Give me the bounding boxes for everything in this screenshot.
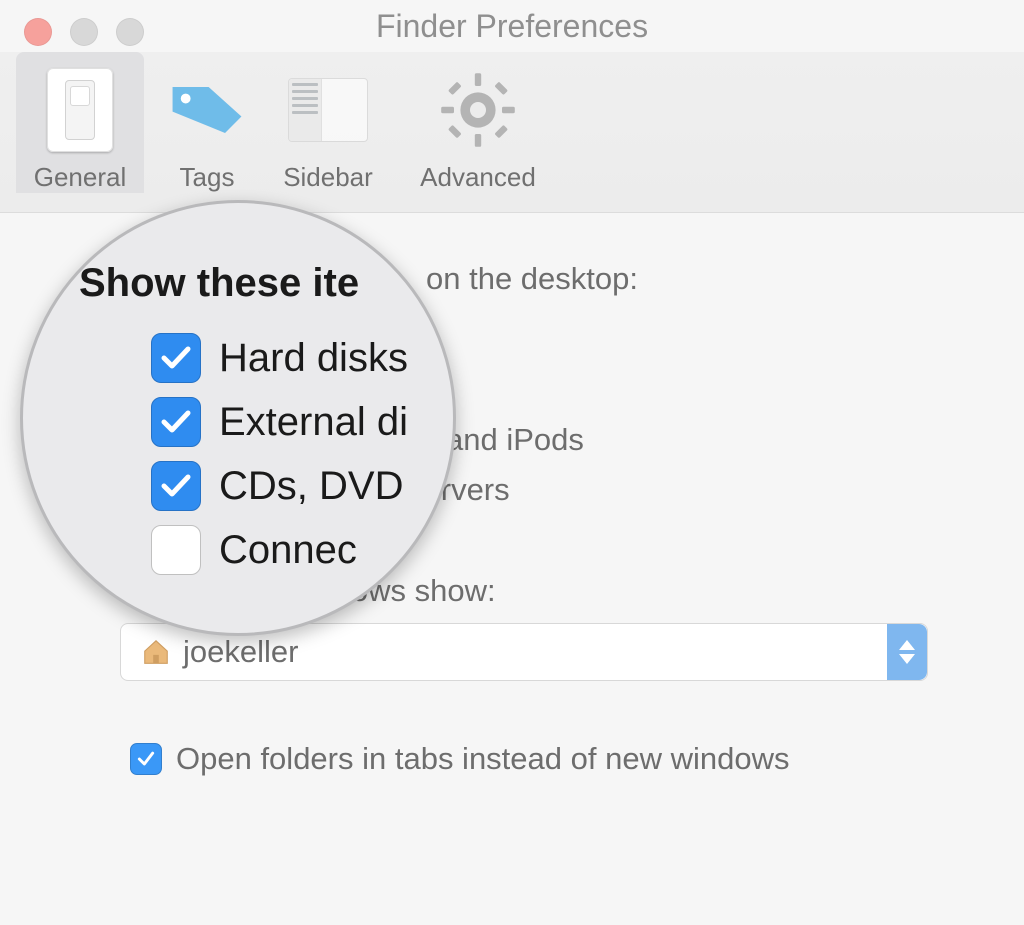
new-windows-value: joekeller [183, 634, 298, 670]
option-cds-label-fragment: and iPods [446, 422, 584, 458]
tab-sidebar-label: Sidebar [283, 162, 373, 193]
magnified-label-external-disks: External di [219, 400, 408, 445]
magnified-option-cds-dvds[interactable]: CDs, DVD [151, 461, 408, 511]
tab-sidebar[interactable]: Sidebar [258, 52, 398, 193]
magnified-option-external-disks[interactable]: External di [151, 397, 408, 447]
switch-icon [47, 68, 113, 152]
magnified-section-title: Show these ite [79, 261, 359, 306]
tab-advanced[interactable]: Advanced [398, 52, 558, 193]
window-title: Finder Preferences [0, 8, 1024, 45]
window-controls [24, 18, 144, 46]
home-folder-icon [141, 638, 171, 666]
magnified-checkbox-hard-disks[interactable] [151, 333, 201, 383]
titlebar: Finder Preferences [0, 0, 1024, 52]
magnified-label-hard-disks: Hard disks [219, 336, 408, 381]
magnified-checkbox-external-disks[interactable] [151, 397, 201, 447]
magnified-label-connected-servers: Connec [219, 528, 357, 573]
tab-general[interactable]: General [16, 52, 144, 193]
magnified-label-cds-dvds: CDs, DVD [219, 464, 403, 509]
magnifier-overlay: Show these ite Hard disks External di CD… [20, 200, 456, 636]
magnified-option-hard-disks[interactable]: Hard disks [151, 333, 408, 383]
checkbox-open-in-tabs[interactable] [130, 743, 162, 775]
open-in-tabs-option[interactable]: Open folders in tabs instead of new wind… [130, 741, 968, 777]
finder-preferences-window: Finder Preferences General Tags [0, 0, 1024, 925]
magnified-checkbox-cds-dvds[interactable] [151, 461, 201, 511]
sidebar-icon [288, 78, 368, 142]
tab-tags-label: Tags [180, 162, 235, 193]
preferences-toolbar: General Tags Sidebar [0, 52, 1024, 213]
select-stepper-icon [887, 624, 927, 680]
open-in-tabs-label: Open folders in tabs instead of new wind… [176, 741, 789, 777]
tab-general-label: General [34, 162, 127, 193]
magnified-option-list: Hard disks External di CDs, DVD Connec [151, 333, 408, 575]
tag-icon [166, 80, 248, 140]
magnified-checkbox-connected-servers[interactable] [151, 525, 201, 575]
desktop-items-label: on the desktop: [426, 261, 968, 297]
gear-icon [438, 70, 518, 150]
minimize-window-button[interactable] [70, 18, 98, 46]
tab-advanced-label: Advanced [420, 162, 536, 193]
close-window-button[interactable] [24, 18, 52, 46]
magnified-option-connected-servers[interactable]: Connec [151, 525, 408, 575]
zoom-window-button[interactable] [116, 18, 144, 46]
tab-tags[interactable]: Tags [156, 52, 258, 193]
